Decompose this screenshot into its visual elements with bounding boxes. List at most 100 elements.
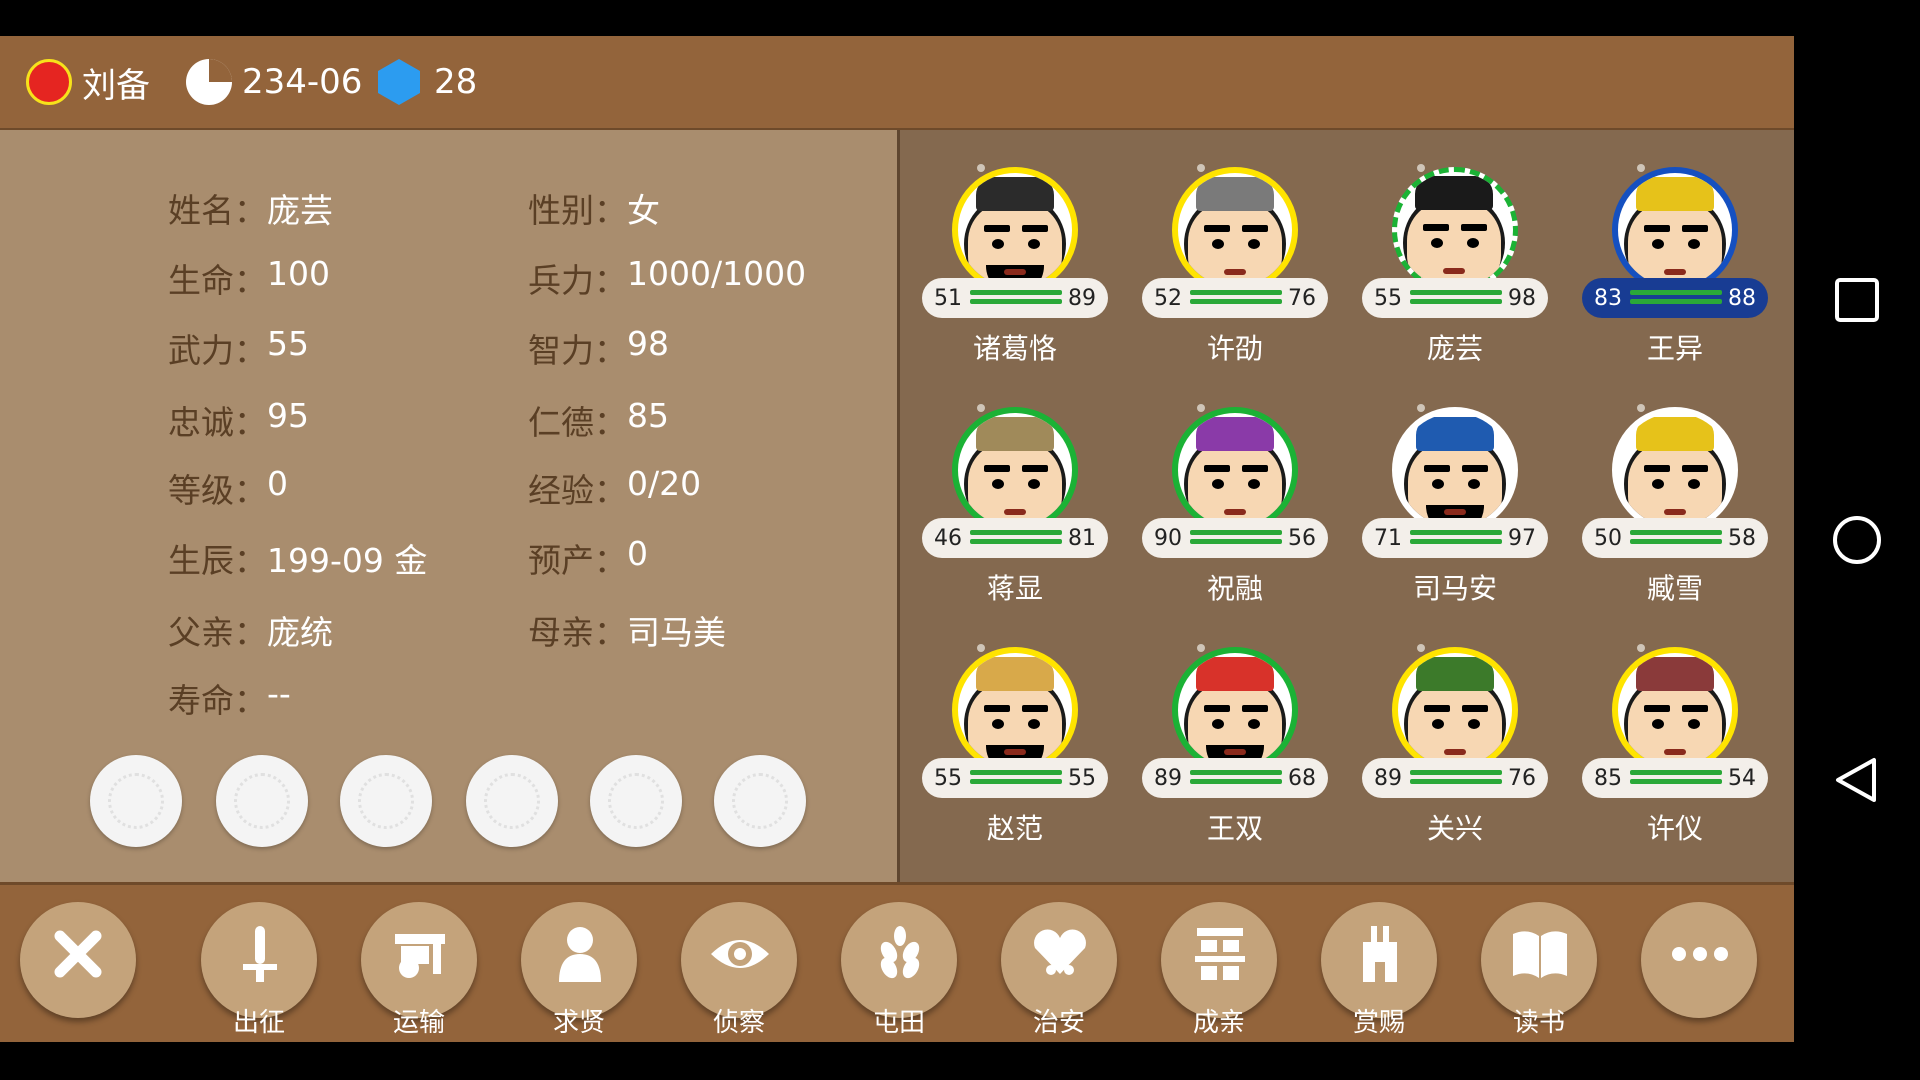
stat-left-value: 89 [1154,766,1182,791]
info-field-value: 0 [627,534,648,573]
general-card[interactable]: 50 58 臧雪 [1580,402,1770,622]
general-name: 关兴 [1426,812,1483,845]
circle-icon [1833,516,1881,564]
recent-apps-button[interactable] [1832,275,1882,325]
item-slot[interactable] [714,755,806,847]
action-button[interactable] [521,902,637,1018]
stat-right-value: 55 [1068,766,1096,791]
portrait-mouth [1444,509,1466,515]
back-triangle-icon [1836,758,1876,802]
action-button[interactable] [1321,902,1437,1018]
portrait-headwear [1636,177,1714,211]
lord-name: 刘备 [82,65,150,106]
home-button[interactable] [1832,515,1882,565]
general-portrait [1612,647,1738,773]
general-name: 司马安 [1412,572,1497,605]
item-slot[interactable] [216,755,308,847]
action-button[interactable] [20,902,136,1018]
general-card[interactable]: 55 98 庞芸 [1360,162,1550,382]
action-button[interactable] [1001,902,1117,1018]
info-field-value: 85 [627,396,669,435]
item-slot[interactable] [340,755,432,847]
general-name: 庞芸 [1426,332,1483,365]
portrait-brow [1682,465,1708,472]
stat-bar [1190,530,1282,535]
double-happiness-icon [1195,928,1245,980]
portrait-mouth [1224,509,1246,515]
portrait-eye [1432,719,1444,729]
action-label: 读书 [1512,1008,1565,1038]
portrait-eye [1652,479,1664,489]
wheat-icon [880,926,920,979]
action-label: 治安 [1032,1008,1085,1038]
info-field-label: 兵力： [528,261,627,300]
info-field: 等级： 0 [168,464,288,512]
stat-right-value: 88 [1728,286,1756,311]
stat-bars [1190,770,1282,788]
general-card[interactable]: 55 55 赵范 [920,642,1110,862]
stat-bars [970,530,1062,548]
stat-bars [970,770,1062,788]
info-field-value: 0 [267,464,288,503]
stat-left-value: 52 [1154,286,1182,311]
general-name: 王异 [1646,332,1703,365]
general-name: 臧雪 [1646,572,1703,605]
action-button[interactable] [1481,902,1597,1018]
person-icon [559,927,601,982]
back-button[interactable] [1832,755,1882,805]
portrait-brow [1424,465,1450,472]
info-field-value: 庞芸 [267,191,333,230]
gift-icon [1363,926,1397,982]
general-card[interactable]: 52 76 许劭 [1140,162,1330,382]
action-button[interactable] [1641,902,1757,1018]
item-slot[interactable] [590,755,682,847]
stat-right-value: 98 [1508,286,1536,311]
item-slot[interactable] [466,755,558,847]
status-dot [1637,644,1645,652]
portrait-mouth [1004,269,1026,275]
portrait-brow [1022,465,1048,472]
stat-right-value: 76 [1288,286,1316,311]
action-button[interactable] [1161,902,1277,1018]
general-card[interactable]: 89 76 关兴 [1360,642,1550,862]
sword-icon [243,926,277,982]
stat-left-value: 55 [1374,286,1402,311]
general-card[interactable]: 83 88 王异 [1580,162,1770,382]
stat-left-value: 46 [934,526,962,551]
status-dot [1417,404,1425,412]
portrait-eye [992,239,1004,249]
portrait-mouth [1443,268,1465,274]
info-field-value: 0/20 [627,464,702,503]
stat-pill: 50 58 [1582,518,1768,558]
stat-pill: 52 76 [1142,278,1328,318]
general-name: 诸葛恪 [972,332,1057,365]
action-button[interactable] [201,902,317,1018]
portrait-eye [1248,719,1260,729]
info-field: 性别：女 [528,184,660,232]
portrait-eye [1652,719,1664,729]
portrait-eye [1688,239,1700,249]
general-card[interactable]: 85 54 许仪 [1580,642,1770,862]
general-card[interactable]: 89 68 王双 [1140,642,1330,862]
action-button[interactable] [361,902,477,1018]
portrait-headwear [1416,657,1494,691]
general-name: 蒋显 [986,572,1043,605]
stat-bar [1410,539,1502,544]
info-field-label: 母亲： [528,613,627,652]
status-dot [977,164,985,172]
general-card[interactable]: 71 97 司马安 [1360,402,1550,622]
general-portrait [952,167,1078,293]
info-field-label: 预产： [528,541,627,580]
item-slot[interactable] [90,755,182,847]
square-icon [1835,278,1879,322]
info-field-value: 98 [627,324,669,363]
general-card[interactable]: 51 89 诸葛恪 [920,162,1110,382]
general-card[interactable]: 90 56 祝融 [1140,402,1330,622]
action-button[interactable] [681,902,797,1018]
status-dot [977,644,985,652]
action-button[interactable] [841,902,957,1018]
portrait-brow [1204,705,1230,712]
general-card[interactable]: 46 81 蒋显 [920,402,1110,622]
stat-bars [1630,530,1722,548]
portrait-mouth [1444,749,1466,755]
